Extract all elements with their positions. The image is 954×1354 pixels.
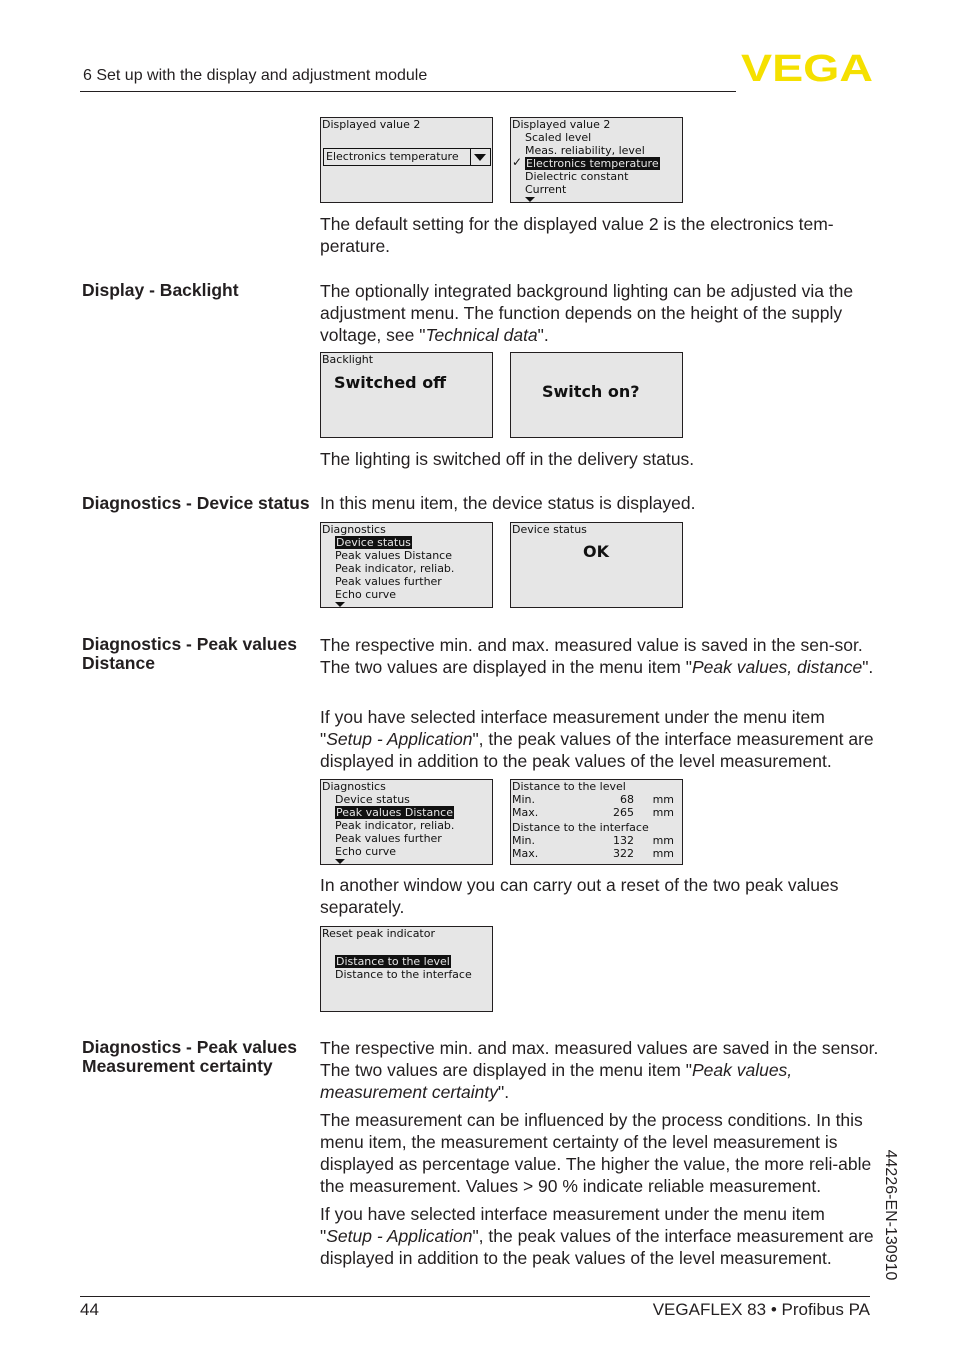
option-item-selected[interactable]: Electronics temperature	[525, 157, 660, 170]
lcd-title: Backlight	[322, 353, 374, 366]
level-title: Distance to the level	[512, 780, 626, 793]
displayed-value-text: The default setting for the displayed va…	[320, 214, 834, 256]
reset-text: In another window you can carry out a re…	[320, 875, 839, 917]
logo-text: VEGA	[741, 52, 873, 82]
lcd-title: Displayed value 2	[512, 118, 611, 131]
device-status-value: OK	[583, 542, 609, 561]
lcd-peak-values: Distance to the level Min. 68 mm Max. 26…	[510, 779, 683, 865]
dropdown-value: Electronics temperature	[326, 150, 459, 163]
backlight-value: Switched off	[334, 373, 447, 392]
lcd-displayed-value-list: Displayed value 2 Scaled level Meas. rel…	[510, 117, 683, 203]
section-label-device-status: Diagnostics - Device status	[82, 493, 310, 513]
page-number: 44	[80, 1300, 99, 1319]
peak-distance-text-1: The respective min. and max. measured va…	[320, 635, 874, 677]
menu-item[interactable]: Echo curve	[335, 845, 396, 858]
chapter-title: 6 Set up with the display and adjustment…	[83, 67, 428, 84]
lcd-title: Displayed value 2	[322, 118, 421, 131]
lcd-diagnostics-menu-peak: Diagnostics Device status Peak values Di…	[320, 779, 493, 865]
interface-max-unit: mm	[652, 847, 674, 860]
peak-distance-text-2: If you have selected interface measureme…	[320, 707, 874, 771]
lcd-reset-peak: Reset peak indicator Distance to the lev…	[320, 926, 493, 1012]
peak-certainty-text-2: The measurement can be influenced by the…	[320, 1110, 872, 1196]
menu-item[interactable]: Peak values further	[335, 832, 442, 845]
document-code: 44226-EN-130910	[882, 1149, 899, 1281]
chevron-down-icon[interactable]	[470, 149, 490, 165]
interface-title: Distance to the interface	[512, 821, 649, 834]
lcd-backlight-switch: Switch on?	[510, 352, 683, 438]
checkmark-icon: ✓	[512, 155, 523, 169]
backlight-text: The optionally integrated background lig…	[320, 281, 854, 345]
lcd-backlight-status: Backlight Switched off	[320, 352, 493, 438]
lcd-device-status: Device status OK	[510, 522, 683, 608]
device-status-text: In this menu item, the device status is …	[320, 493, 696, 513]
section-label-backlight: Display - Backlight	[82, 280, 239, 300]
peak-certainty-text-1: The respective min. and max. measured va…	[320, 1038, 879, 1102]
menu-item-selected[interactable]: Device status	[335, 536, 412, 549]
option-item[interactable]: Current	[525, 183, 566, 196]
interface-max-label: Max.	[512, 847, 539, 860]
lcd-displayed-value-select: Displayed value 2 Electronics temperatur…	[320, 117, 493, 203]
reset-item[interactable]: Distance to the interface	[335, 968, 472, 981]
menu-item[interactable]: Peak indicator, reliab.	[335, 819, 454, 832]
option-item[interactable]: Meas. reliability, level	[525, 144, 645, 157]
footer-divider	[80, 1296, 870, 1297]
lcd-diagnostics-menu: Diagnostics Device status Peak values Di…	[320, 522, 493, 608]
interface-min-unit: mm	[652, 834, 674, 847]
option-item[interactable]: Dielectric constant	[525, 170, 628, 183]
menu-item[interactable]: Peak values Distance	[335, 549, 452, 562]
reset-item-selected[interactable]: Distance to the level	[335, 955, 451, 968]
section-label-peak-certainty: Diagnostics - Peak values Measurement ce…	[82, 1037, 297, 1076]
header-divider	[80, 91, 736, 92]
lcd-title: Device status	[512, 523, 587, 536]
level-max-label: Max.	[512, 806, 539, 819]
lcd-title: Diagnostics	[322, 780, 386, 793]
menu-item[interactable]: Peak indicator, reliab.	[335, 562, 454, 575]
interface-min-label: Min.	[512, 834, 536, 847]
peak-certainty-text-3: If you have selected interface measureme…	[320, 1204, 874, 1268]
level-max-value: 265	[613, 806, 634, 819]
menu-item[interactable]: Peak values further	[335, 575, 442, 588]
displayed-value-dropdown[interactable]: Electronics temperature	[323, 148, 491, 166]
menu-item-selected[interactable]: Peak values Distance	[335, 806, 454, 819]
level-min-unit: mm	[652, 793, 674, 806]
interface-max-value: 322	[613, 847, 634, 860]
scroll-down-icon	[335, 859, 345, 864]
lcd-title: Diagnostics	[322, 523, 386, 536]
product-name: VEGAFLEX 83 • Profibus PA	[652, 1300, 870, 1319]
option-item[interactable]: Scaled level	[525, 131, 591, 144]
lcd-title: Reset peak indicator	[322, 927, 436, 940]
level-max-unit: mm	[652, 806, 674, 819]
menu-item[interactable]: Echo curve	[335, 588, 396, 601]
level-min-value: 68	[620, 793, 634, 806]
backlight-note: The lighting is switched off in the deli…	[320, 449, 695, 469]
switch-on-prompt[interactable]: Switch on?	[542, 384, 640, 400]
vega-logo: VEGA	[741, 52, 873, 82]
scroll-down-icon	[335, 602, 345, 607]
interface-min-value: 132	[613, 834, 634, 847]
level-min-label: Min.	[512, 793, 536, 806]
scroll-down-icon	[525, 197, 535, 202]
menu-item[interactable]: Device status	[335, 793, 410, 806]
section-label-peak-distance: Diagnostics - Peak values Distance	[82, 634, 297, 673]
